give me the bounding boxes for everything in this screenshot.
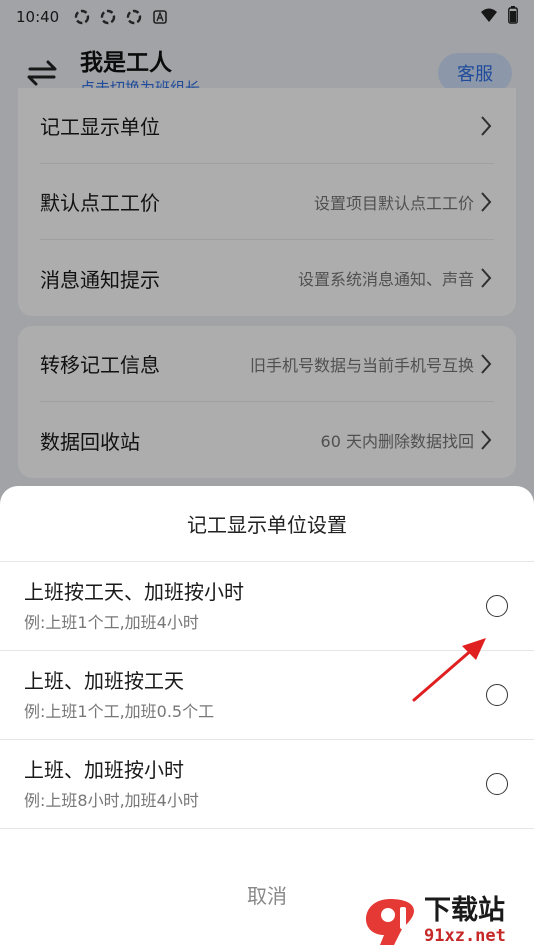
option-title: 上班按工天、加班按小时 bbox=[24, 580, 244, 604]
radio-button[interactable] bbox=[486, 773, 508, 795]
option-title: 上班、加班按工天 bbox=[24, 669, 184, 693]
option-desc: 例:上班8小时,加班4小时 bbox=[24, 791, 199, 810]
option-desc: 例:上班1个工,加班0.5个工 bbox=[24, 702, 215, 721]
unit-option-hour-hour[interactable]: 上班、加班按小时 例:上班8小时,加班4小时 bbox=[0, 740, 534, 829]
watermark-logo-icon bbox=[366, 899, 414, 945]
watermark: 下载站 91xz.net bbox=[360, 892, 534, 950]
watermark-url: 91xz.net bbox=[424, 926, 506, 946]
option-desc: 例:上班1个工,加班4小时 bbox=[24, 613, 199, 632]
option-title: 上班、加班按小时 bbox=[24, 758, 184, 782]
watermark-title: 下载站 bbox=[424, 895, 505, 926]
display-unit-sheet: 记工显示单位设置 上班按工天、加班按小时 例:上班1个工,加班4小时 上班、加班… bbox=[0, 486, 534, 950]
radio-button[interactable] bbox=[486, 595, 508, 617]
annotation-arrow-icon bbox=[412, 638, 486, 702]
sheet-title: 记工显示单位设置 bbox=[0, 486, 534, 562]
